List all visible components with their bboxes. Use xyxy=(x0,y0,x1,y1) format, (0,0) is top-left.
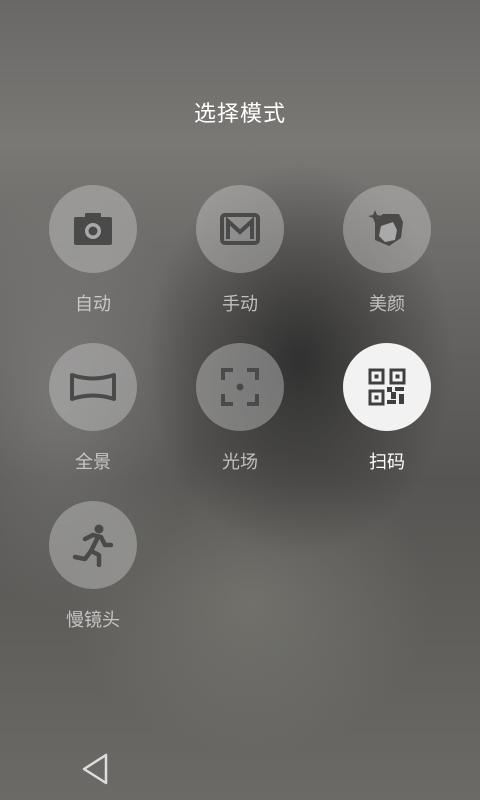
page-title: 选择模式 xyxy=(193,102,286,127)
mode-scan-label: 扫码 xyxy=(369,452,405,473)
focus-frame-icon xyxy=(221,368,259,406)
qr-code-icon xyxy=(368,368,406,406)
mode-beauty[interactable]: 美颜 xyxy=(327,185,447,316)
mode-lightfield[interactable]: 光场 xyxy=(180,343,300,474)
camera-icon xyxy=(74,213,112,245)
mode-panorama[interactable]: 全景 xyxy=(33,343,153,474)
mode-slowmotion-button[interactable] xyxy=(49,501,137,589)
mode-panorama-button[interactable] xyxy=(49,343,137,431)
panorama-icon xyxy=(70,373,116,401)
mode-panorama-label: 全景 xyxy=(75,452,111,473)
mode-auto[interactable]: 自动 xyxy=(33,185,153,316)
mode-beauty-label: 美颜 xyxy=(369,294,405,315)
back-triangle-icon xyxy=(82,753,108,785)
mode-scan-button[interactable] xyxy=(343,343,431,431)
mode-slowmotion[interactable]: 慢镜头 xyxy=(33,501,153,632)
mode-auto-button[interactable] xyxy=(49,185,137,273)
mode-manual-label: 手动 xyxy=(222,294,258,315)
mode-lightfield-button[interactable] xyxy=(196,343,284,431)
manual-m-icon xyxy=(220,213,260,245)
mode-manual[interactable]: 手动 xyxy=(180,185,300,316)
mode-beauty-button[interactable] xyxy=(343,185,431,273)
back-button[interactable] xyxy=(80,752,110,786)
mode-lightfield-label: 光场 xyxy=(222,452,258,473)
mode-scan[interactable]: 扫码 xyxy=(327,343,447,474)
mode-manual-button[interactable] xyxy=(196,185,284,273)
mode-auto-label: 自动 xyxy=(75,294,111,315)
beauty-icon xyxy=(368,210,403,246)
running-man-icon xyxy=(72,524,114,567)
mode-slowmotion-label: 慢镜头 xyxy=(66,610,120,631)
